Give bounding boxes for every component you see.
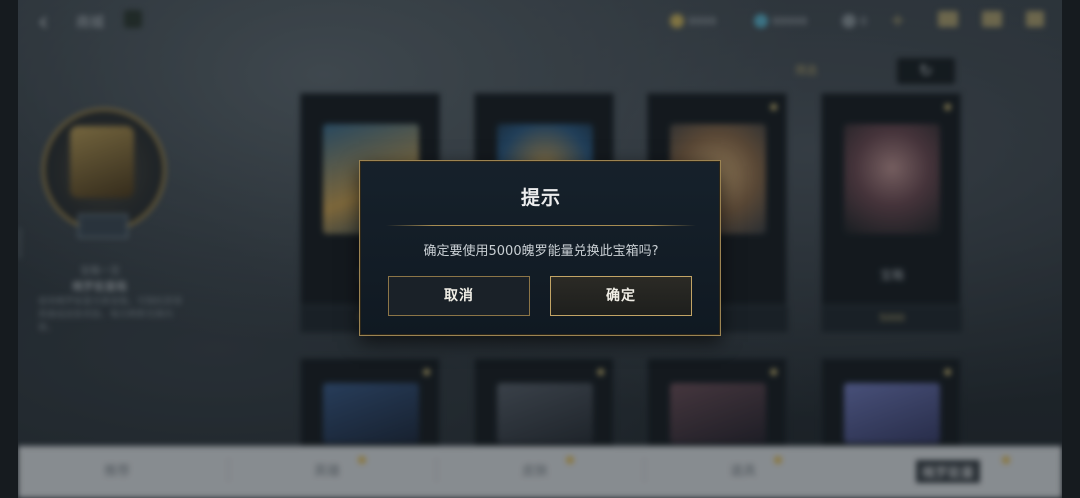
app-screen: ‹ 商城 9999 99999 0 + 宝箱一览 魄罗能量箱 使用魄罗能量兑换宝… [0, 0, 1080, 498]
screen-edge-right [1062, 0, 1080, 498]
cancel-button[interactable]: 取消 [388, 276, 530, 316]
dialog-message: 确定要使用5000魄罗能量兑换此宝箱吗? [423, 244, 659, 259]
dialog-title: 提示 [520, 187, 561, 209]
screen-edge-left [0, 0, 18, 498]
confirm-dialog: 提示 确定要使用5000魄罗能量兑换此宝箱吗? 取消 确定 [359, 160, 721, 336]
confirm-button[interactable]: 确定 [550, 276, 692, 316]
dialog-divider [386, 225, 696, 226]
